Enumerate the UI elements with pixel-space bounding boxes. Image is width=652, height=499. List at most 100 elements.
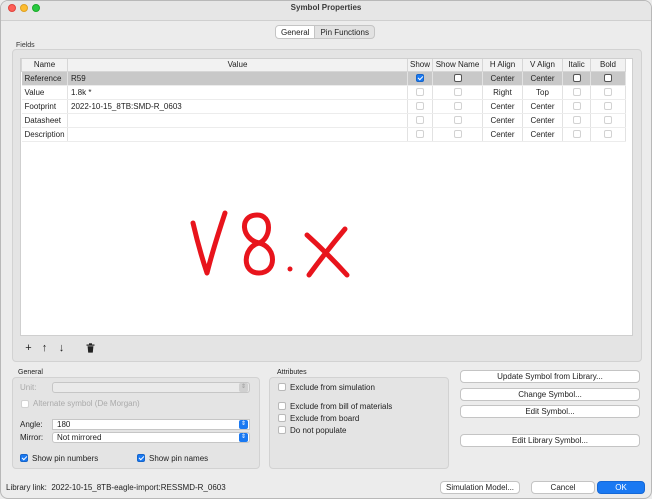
mirror-select[interactable]: Not mirrored ⇕ xyxy=(52,432,250,443)
bold-cell[interactable] xyxy=(590,113,626,128)
show-name-checkbox[interactable] xyxy=(453,116,462,125)
column-header-name[interactable]: Name xyxy=(21,59,68,72)
exclude-bom-checkbox[interactable] xyxy=(278,402,286,410)
bold-cell[interactable] xyxy=(590,85,626,100)
h-align-cell[interactable]: Center xyxy=(482,127,523,142)
show-checkbox[interactable] xyxy=(416,116,424,125)
exclude-board-checkbox[interactable] xyxy=(278,414,286,422)
field-name-cell[interactable]: Datasheet xyxy=(21,113,68,128)
show-cell[interactable] xyxy=(407,85,433,100)
show-name-cell[interactable] xyxy=(432,127,483,142)
italic-checkbox[interactable] xyxy=(572,74,581,83)
bold-cell[interactable] xyxy=(590,99,626,114)
show-name-checkbox[interactable] xyxy=(453,102,462,111)
unit-select[interactable]: ⇕ xyxy=(52,382,250,393)
show-name-cell[interactable] xyxy=(432,85,483,100)
italic-cell[interactable] xyxy=(562,127,591,142)
show-cell[interactable] xyxy=(407,71,433,86)
italic-checkbox[interactable] xyxy=(572,102,581,111)
h-align-cell[interactable]: Center xyxy=(482,71,523,86)
angle-input[interactable]: 180 ⇕ xyxy=(52,419,250,430)
show-checkbox[interactable] xyxy=(416,102,424,111)
table-row[interactable]: Datasheet Center Center xyxy=(21,113,626,128)
show-checkbox[interactable] xyxy=(416,88,424,97)
v-align-cell[interactable]: Center xyxy=(522,113,563,128)
show-cell[interactable] xyxy=(407,127,433,142)
h-align-cell[interactable]: Right xyxy=(482,85,523,100)
show-name-checkbox[interactable] xyxy=(453,88,462,97)
field-name-cell[interactable]: Description xyxy=(21,127,68,142)
field-name-cell[interactable]: Footprint xyxy=(21,99,68,114)
h-align-cell[interactable]: Center xyxy=(482,99,523,114)
italic-cell[interactable] xyxy=(562,71,591,86)
column-header-value[interactable]: Value xyxy=(67,59,408,72)
trash-icon xyxy=(86,342,95,353)
column-header-h-align[interactable]: H Align xyxy=(482,59,523,72)
v-align-cell[interactable]: Center xyxy=(522,127,563,142)
italic-cell[interactable] xyxy=(562,99,591,114)
show-cell[interactable] xyxy=(407,113,433,128)
italic-checkbox[interactable] xyxy=(572,88,581,97)
v-align-cell[interactable]: Top xyxy=(522,85,563,100)
field-value-cell[interactable]: R59 xyxy=(67,71,408,86)
italic-checkbox[interactable] xyxy=(572,116,581,125)
field-name-cell[interactable]: Reference xyxy=(21,71,68,86)
title-bar: Symbol Properties xyxy=(1,1,651,21)
tab-general[interactable]: General xyxy=(276,26,316,38)
bold-cell[interactable] xyxy=(590,127,626,142)
show-cell[interactable] xyxy=(407,99,433,114)
bold-checkbox[interactable] xyxy=(604,88,612,97)
table-row[interactable]: Value 1.8k * Right Top xyxy=(21,85,626,100)
show-pin-numbers-checkbox[interactable] xyxy=(20,454,28,462)
h-align-cell[interactable]: Center xyxy=(482,113,523,128)
table-row[interactable]: Reference R59 Center Center xyxy=(21,71,626,86)
field-value-cell[interactable] xyxy=(67,127,408,142)
column-header-bold[interactable]: Bold xyxy=(590,59,626,72)
cancel-button[interactable]: Cancel xyxy=(531,481,595,494)
show-name-checkbox[interactable] xyxy=(453,130,462,139)
move-up-button[interactable]: ↑ xyxy=(38,341,51,354)
column-header-show[interactable]: Show xyxy=(407,59,433,72)
do-not-populate-checkbox[interactable] xyxy=(278,426,286,434)
field-value-cell[interactable]: 2022-10-15_8TB:SMD-R_0603 xyxy=(67,99,408,114)
table-row[interactable]: Description Center Center xyxy=(21,127,626,142)
column-header-italic[interactable]: Italic xyxy=(562,59,591,72)
move-down-button[interactable]: ↓ xyxy=(55,341,68,354)
edit-library-symbol-button[interactable]: Edit Library Symbol... xyxy=(460,434,640,447)
column-header-v-align[interactable]: V Align xyxy=(522,59,563,72)
table-row[interactable]: Footprint 2022-10-15_8TB:SMD-R_0603 Cent… xyxy=(21,99,626,114)
show-checkbox[interactable] xyxy=(416,130,424,139)
show-checkbox[interactable] xyxy=(416,74,424,83)
show-name-cell[interactable] xyxy=(432,113,483,128)
bold-checkbox[interactable] xyxy=(604,102,612,111)
bold-cell[interactable] xyxy=(590,71,626,86)
change-symbol-button[interactable]: Change Symbol... xyxy=(460,388,640,401)
simulation-model-button[interactable]: Simulation Model... xyxy=(440,481,520,494)
edit-symbol-button[interactable]: Edit Symbol... xyxy=(460,405,640,418)
alternate-symbol-checkbox[interactable] xyxy=(21,400,29,408)
show-name-checkbox[interactable] xyxy=(453,74,462,83)
italic-checkbox[interactable] xyxy=(572,130,581,139)
bold-checkbox[interactable] xyxy=(604,130,612,139)
field-name-cell[interactable]: Value xyxy=(21,85,68,100)
bold-checkbox[interactable] xyxy=(604,74,612,83)
bold-checkbox[interactable] xyxy=(604,116,612,125)
delete-field-button[interactable] xyxy=(84,341,97,354)
tab-pin-functions[interactable]: Pin Functions xyxy=(315,26,373,38)
v-align-cell[interactable]: Center xyxy=(522,71,563,86)
show-pin-names-checkbox[interactable] xyxy=(137,454,145,462)
field-value-cell[interactable] xyxy=(67,113,408,128)
italic-cell[interactable] xyxy=(562,113,591,128)
add-field-button[interactable]: + xyxy=(22,341,35,354)
ok-button[interactable]: OK xyxy=(597,481,645,494)
fields-grid[interactable]: Name Value Show Show Name H Align V Alig… xyxy=(20,58,633,336)
v-align-cell[interactable]: Center xyxy=(522,99,563,114)
show-name-cell[interactable] xyxy=(432,71,483,86)
italic-cell[interactable] xyxy=(562,85,591,100)
column-header-show-name[interactable]: Show Name xyxy=(432,59,483,72)
field-value-cell[interactable]: 1.8k * xyxy=(67,85,408,100)
update-symbol-button[interactable]: Update Symbol from Library... xyxy=(460,370,640,383)
exclude-board-label: Exclude from board xyxy=(290,414,360,423)
show-name-cell[interactable] xyxy=(432,99,483,114)
exclude-simulation-checkbox[interactable] xyxy=(278,383,286,391)
